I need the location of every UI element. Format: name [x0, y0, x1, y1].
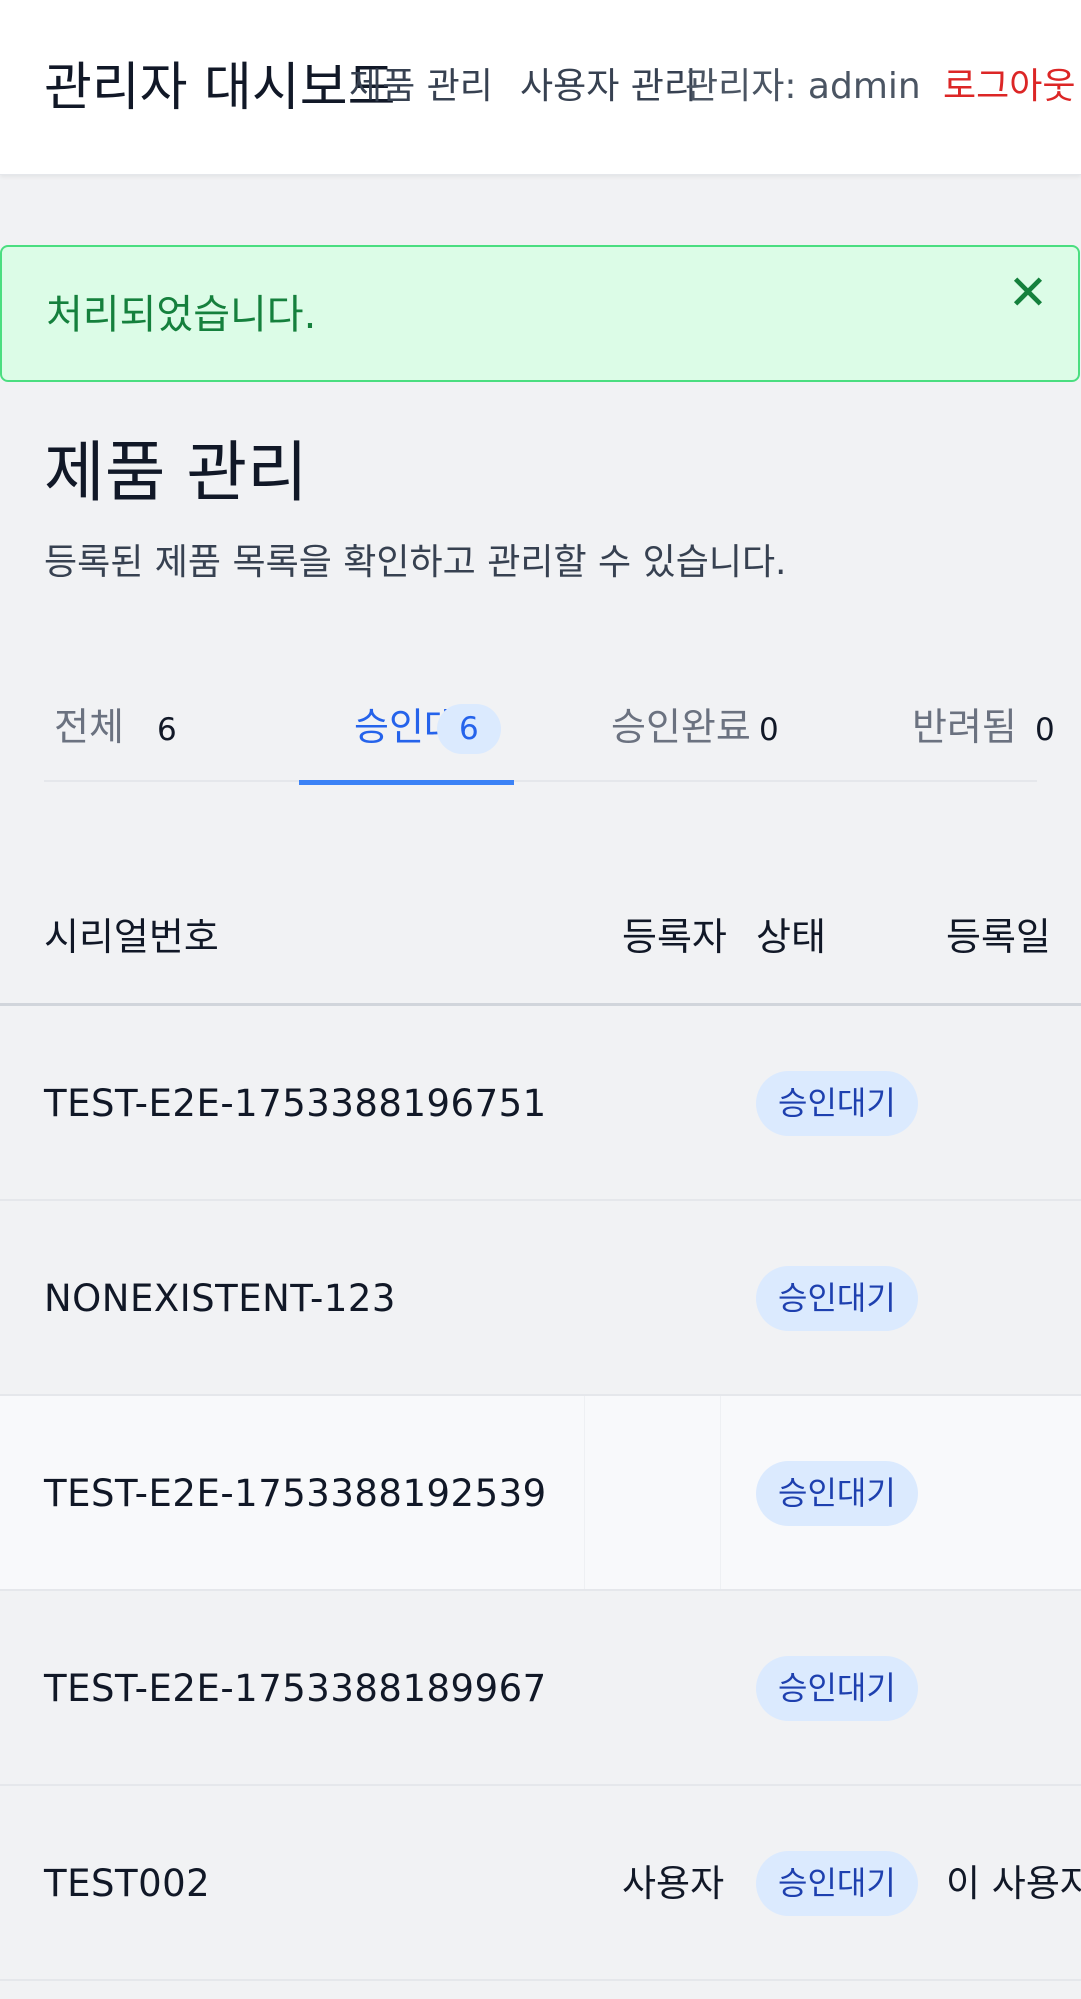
page-description: 등록된 제품 목록을 확인하고 관리할 수 있습니다. [44, 542, 787, 583]
tab-label: 전체 [54, 705, 124, 749]
tab-approved[interactable]: 승인완료 0 [599, 690, 799, 782]
page-title: 제품 관리 [44, 434, 308, 511]
table-row[interactable]: NONEXISTENT-123 승인대기 [0, 1201, 1081, 1396]
column-header-date[interactable]: 등록일 [946, 912, 1051, 962]
status-badge: 승인대기 [756, 1461, 918, 1526]
table-header: 시리얼번호 등록자 상태 등록일 [0, 870, 1081, 1006]
tab-rejected[interactable]: 반려됨 0 [899, 690, 1055, 782]
status-badge: 승인대기 [756, 1656, 918, 1721]
tab-pending[interactable]: 승인대기 6 [299, 690, 514, 785]
serial-number: TEST-E2E-1753388192539 [44, 1472, 547, 1515]
alert-message: 처리되었습니다. [46, 292, 317, 338]
tab-count: 6 [157, 712, 177, 748]
tab-count: 0 [1035, 712, 1055, 748]
status-badge: 승인대기 [756, 1851, 918, 1916]
close-icon[interactable]: ✕ [1004, 269, 1052, 317]
tab-label: 반려됨 [912, 705, 1017, 749]
table-row[interactable]: TEST-E2E-1753388196751 승인대기 [0, 1006, 1081, 1201]
column-header-user[interactable]: 등록자 [622, 912, 727, 962]
column-header-status[interactable]: 상태 [756, 912, 826, 962]
column-header-serial[interactable]: 시리얼번호 [44, 912, 219, 962]
table-row[interactable]: TEST002 사용자 승인대기 이 사용자 (I [0, 1786, 1081, 1981]
serial-number: TEST-E2E-1753388196751 [44, 1082, 547, 1125]
nav-link-products[interactable]: 제품 관리 [349, 64, 493, 110]
success-alert: 처리되었습니다. ✕ [0, 245, 1080, 382]
active-tab-underline [299, 780, 514, 785]
tab-count: 6 [437, 704, 501, 754]
nav-link-users[interactable]: 사용자 관리 [520, 64, 697, 110]
status-badge: 승인대기 [756, 1266, 918, 1331]
app-title: 관리자 대시보드 [44, 58, 396, 118]
serial-number: TEST-E2E-1753388189967 [44, 1667, 547, 1710]
registrant: 사용자 [622, 1862, 725, 1905]
column-separator [584, 1396, 585, 1589]
tab-all[interactable]: 전체 6 [44, 690, 204, 782]
table-row[interactable]: TEST-E2E-1753388192539 승인대기 [0, 1396, 1081, 1591]
top-header: 관리자 대시보드 제품 관리 사용자 관리 관리자: admin 로그아웃 [0, 0, 1081, 175]
column-separator [720, 1396, 721, 1589]
serial-number: NONEXISTENT-123 [44, 1277, 396, 1320]
tab-count: 0 [759, 712, 779, 748]
current-user-label: 관리자: admin [685, 66, 921, 107]
status-badge: 승인대기 [756, 1071, 918, 1136]
logout-button[interactable]: 로그아웃 [943, 64, 1075, 110]
serial-number: TEST002 [44, 1862, 211, 1905]
tab-label: 승인완료 [611, 705, 751, 749]
registered-date: 이 사용자 (I [946, 1862, 1081, 1905]
table-row[interactable]: TEST-E2E-1753388189967 승인대기 [0, 1591, 1081, 1786]
status-tabs: 전체 6 승인대기 6 승인완료 0 반려됨 0 [44, 690, 1055, 785]
